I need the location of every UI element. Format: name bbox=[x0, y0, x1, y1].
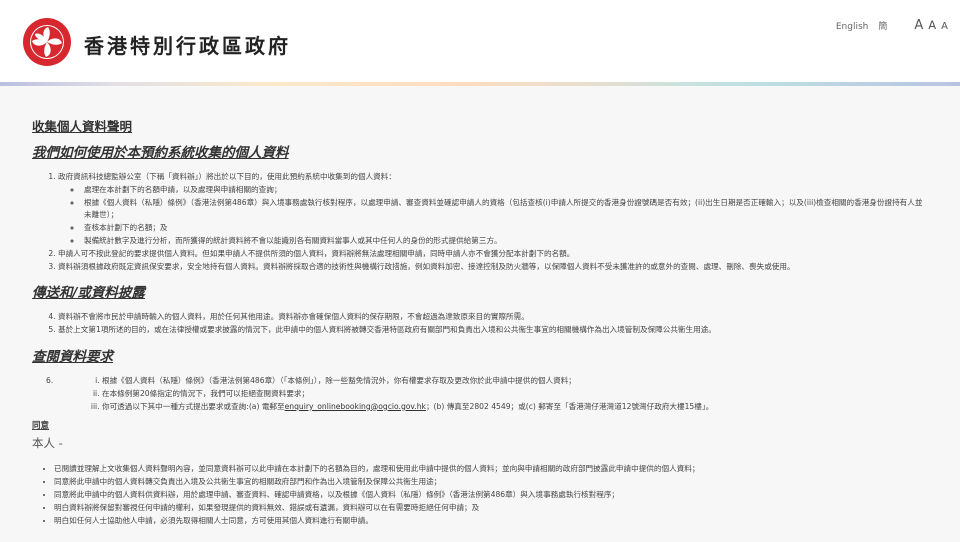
list-item: 基於上文第1項所述的目的，或在法律授權或要求披露的情況下，此申請中的個人資料將被… bbox=[58, 324, 928, 337]
contact-text: ；(b) 傳真至2802 4549；或(c) 郵寄至「香港灣仔港灣道12號灣仔政… bbox=[425, 401, 714, 411]
top-navigation: English 簡 A A A bbox=[836, 18, 948, 33]
statement-title: 收集個人資料聲明 bbox=[32, 119, 133, 134]
access-sublist: 根據《個人資料（私隱）條例》（香港法例第486章）（「本條例」），除一些豁免情況… bbox=[80, 375, 713, 413]
list-item-text: 政府資訊科技總監辦公室（下稱「資料辦」）將出於以下目的，使用此預約系統中收集到的… bbox=[58, 172, 396, 181]
sublist-item: 根據《個人資料（私隱）條例》（香港法例第486章）與入境事務處執行核對程序，以處… bbox=[82, 197, 928, 223]
main-content: 收集個人資料聲明 我們如何使用於本預約系統收集的個人資料 政府資訊科技總監辦公室… bbox=[0, 86, 960, 527]
font-size-large-button[interactable]: A bbox=[914, 18, 923, 33]
purpose-sublist: 處理在本計劃下的名額申請，以及處理與申請相關的查詢； 根據《個人資料（私隱）條例… bbox=[58, 184, 928, 248]
font-size-small-button[interactable]: A bbox=[941, 21, 948, 32]
simplified-chinese-link[interactable]: 簡 bbox=[878, 19, 887, 32]
email-link[interactable]: enquiry_onlinebooking@ogcio.gov.hk bbox=[285, 402, 426, 411]
usage-list: 政府資訊科技總監辦公室（下稱「資料辦」）將出於以下目的，使用此預約系統中收集到的… bbox=[32, 171, 928, 273]
consent-list: 已閱讀並理解上文收集個人資料聲明內容，並同意資料辦可以此申請在本計劃下的名額為目… bbox=[32, 463, 928, 527]
list-item: 資料辦不會將市民於申請時輸入的個人資料，用於任何其他用途。資料辦亦會確保個人資料… bbox=[58, 311, 928, 324]
sublist-item: 根據《個人資料（私隱）條例》（香港法例第486章）（「本條例」），除一些豁免情況… bbox=[102, 375, 713, 388]
access-request-item: 6. 根據《個人資料（私隱）條例》（香港法例第486章）（「本條例」），除一些豁… bbox=[46, 375, 928, 413]
disclosure-list: 資料辦不會將市民於申請時輸入的個人資料，用於任何其他用途。資料辦亦會確保個人資料… bbox=[32, 311, 928, 337]
section-title-usage: 我們如何使用於本預約系統收集的個人資料 bbox=[32, 145, 289, 161]
contact-text: 你可透過以下其中一種方式提出要求或查詢:(a) 電郵至 bbox=[102, 401, 285, 411]
site-title: 香港特別行政區政府 bbox=[84, 34, 291, 58]
sublist-item: 查核本計劃下的名額；及 bbox=[82, 222, 928, 235]
site-header: 香港特別行政區政府 English 簡 A A A bbox=[0, 0, 960, 82]
sublist-item: 製備統計數字及進行分析，而所獲得的統計資料將不會以能識別各有關資料當事人或其中任… bbox=[82, 235, 928, 248]
consent-item: 同意將此申請中的個人資料轉交負責出入境及公共衞生事宜的相關政府部門和作為出入境管… bbox=[54, 476, 928, 489]
font-size-medium-button[interactable]: A bbox=[928, 18, 936, 32]
consent-item: 同意將此申請中的個人資料供資料辦，用於處理申請、審查資料、確認申請資格，以及根據… bbox=[54, 489, 928, 502]
consent-item: 明白資料辦將保留對審視任何申請的權利，如果發現提供的資料無效、錯誤或有遺漏，資料… bbox=[54, 502, 928, 515]
sublist-item: 處理在本計劃下的名額申請，以及處理與申請相關的查詢； bbox=[82, 184, 928, 197]
english-language-link[interactable]: English bbox=[836, 22, 869, 32]
consent-subject: 本人 - bbox=[32, 436, 63, 451]
list-item: 政府資訊科技總監辦公室（下稱「資料辦」）將出於以下目的，使用此預約系統中收集到的… bbox=[58, 171, 928, 248]
sublist-item: 你可透過以下其中一種方式提出要求或查詢:(a) 電郵至enquiry_onlin… bbox=[102, 401, 713, 414]
consent-item: 已閱讀並理解上文收集個人資料聲明內容，並同意資料辦可以此申請在本計劃下的名額為目… bbox=[54, 463, 928, 476]
list-item: 申請人可不按此登記的要求提供個人資料。但如果申請人不提供所須的個人資料，資料辦將… bbox=[58, 248, 928, 261]
sublist-item: 在本條例第20條指定的情況下，我們可以拒絕查閱資料要求； bbox=[102, 388, 713, 401]
consent-item: 明白如任何人士協助他人申請，必須先取得相關人士同意，方可使用其個人資料進行有關申… bbox=[54, 515, 928, 528]
consent-heading: 同意 bbox=[32, 421, 50, 432]
section-title-access: 查閱資料要求 bbox=[32, 348, 113, 365]
item-number: 6. bbox=[46, 375, 54, 385]
hksar-emblem-icon[interactable] bbox=[22, 17, 72, 67]
section-title-disclosure: 傳送和/或資料披露 bbox=[32, 285, 145, 302]
list-item: 資料辦須根據政府既定資訊保安要求，安全地持有個人資料。資料辦將採取合適的技術性與… bbox=[58, 261, 928, 274]
